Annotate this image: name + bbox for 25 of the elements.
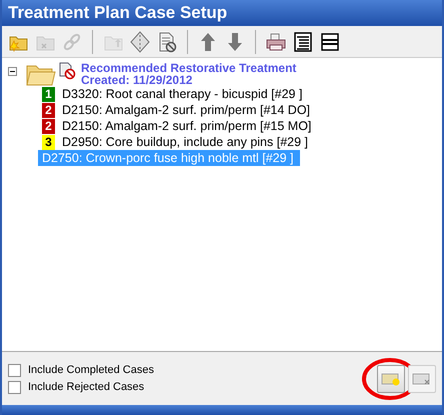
procedure-item[interactable]: D2150: Amalgam-2 surf. prim/perm [#14 DO] bbox=[60, 103, 312, 117]
list-icon bbox=[292, 30, 314, 52]
priority-badge: 2 bbox=[42, 102, 55, 118]
checkbox-label: Include Rejected Cases bbox=[28, 381, 144, 393]
resize-grip[interactable] bbox=[2, 405, 442, 415]
priority-badge: 1 bbox=[42, 86, 55, 102]
case-title: Recommended Restorative Treatment bbox=[81, 62, 296, 74]
procedure-item[interactable]: D2950: Core buildup, include any pins [#29 ] bbox=[60, 135, 310, 149]
priority-badge: 2 bbox=[42, 118, 55, 134]
card-x-icon bbox=[412, 372, 432, 386]
diamond-icon bbox=[129, 30, 151, 52]
collapse-toggle[interactable] bbox=[8, 67, 17, 76]
lines-icon bbox=[319, 30, 341, 52]
checkbox[interactable] bbox=[8, 380, 21, 394]
printer-icon bbox=[265, 30, 287, 52]
card-plus-icon bbox=[381, 372, 401, 386]
document-blocked-icon bbox=[59, 62, 76, 80]
procedure-item[interactable]: D3320: Root canal therapy - bicuspid [#29 ] bbox=[60, 87, 304, 101]
window-title: Treatment Plan Case Setup bbox=[8, 3, 228, 23]
procedure-item[interactable]: D2150: Amalgam-2 surf. prim/perm [#15 MO] bbox=[60, 119, 314, 133]
add-case-button[interactable] bbox=[377, 364, 405, 392]
case-created-date: Created: 11/29/2012 bbox=[81, 74, 194, 86]
priority-badge: 3 bbox=[42, 134, 55, 150]
checkbox[interactable] bbox=[8, 364, 21, 376]
checkbox-label: Include Completed Cases bbox=[28, 364, 154, 376]
